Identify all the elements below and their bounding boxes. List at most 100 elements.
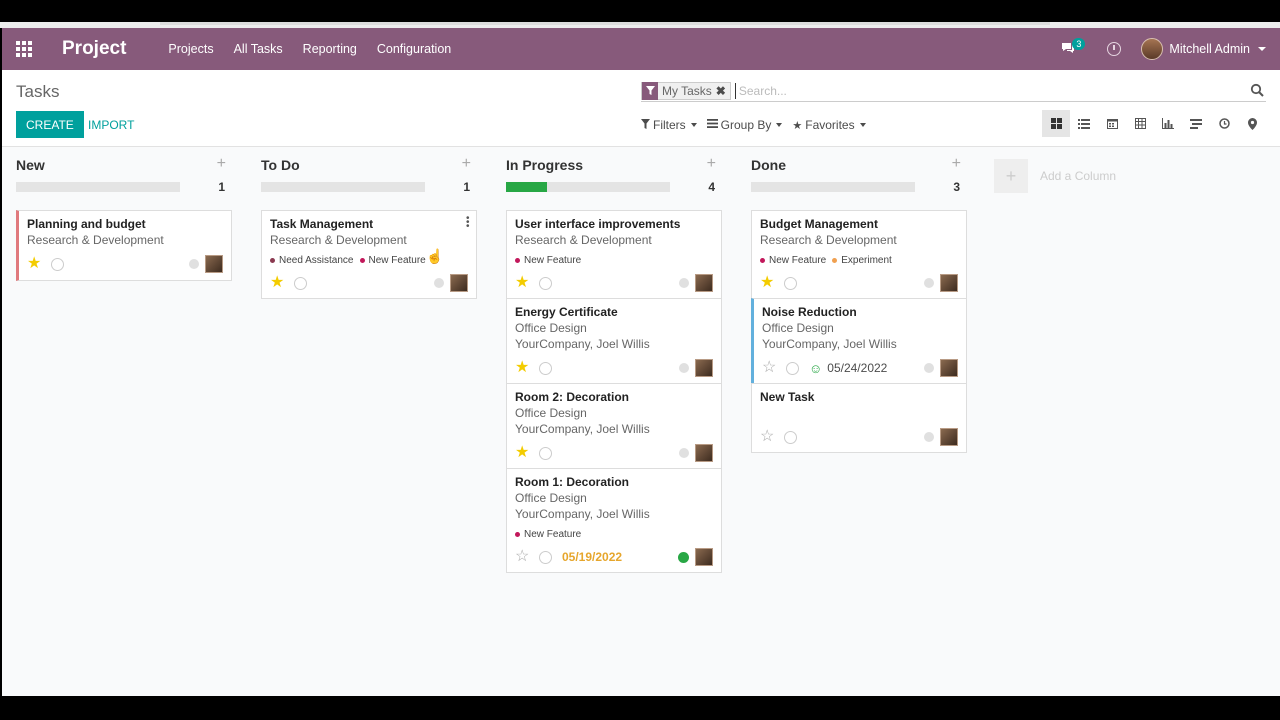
kanban-card[interactable]: Noise Reduction Office Design YourCompan… (751, 298, 967, 383)
odoo-app: Project Projects All Tasks Reporting Con… (2, 28, 1280, 696)
favorites-dropdown[interactable]: ★ Favorites (792, 118, 866, 132)
priority-star-icon[interactable]: ★ (27, 256, 45, 272)
column-progressbar[interactable] (751, 182, 915, 192)
activity-clock-icon[interactable] (1107, 42, 1122, 56)
map-view-icon[interactable] (1238, 110, 1266, 137)
quick-create-icon[interactable]: + (952, 155, 961, 173)
add-column-button[interactable]: + Add a Column (994, 159, 1116, 193)
calendar-view-icon[interactable] (1098, 110, 1126, 137)
kanban-card[interactable]: User interface improvements Research & D… (506, 210, 722, 298)
search-icon[interactable] (1250, 83, 1266, 99)
priority-star-icon[interactable]: ☆ (515, 549, 533, 565)
list-view-icon[interactable] (1070, 110, 1098, 137)
priority-star-icon[interactable]: ★ (515, 445, 533, 461)
column-progressbar[interactable] (506, 182, 670, 192)
kanban-state-icon[interactable] (189, 259, 199, 269)
groupby-dropdown[interactable]: Group By (706, 118, 783, 132)
star-icon: ★ (792, 119, 803, 132)
priority-star-icon[interactable]: ☆ (762, 360, 780, 376)
activity-clock-icon[interactable] (539, 446, 552, 460)
priority-star-icon[interactable]: ★ (270, 275, 288, 291)
kanban-card[interactable]: • • • Task Management Research & Developme… (261, 210, 477, 299)
graph-view-icon[interactable] (1154, 110, 1182, 137)
kanban-card[interactable]: Room 2: Decoration Office Design YourCom… (506, 383, 722, 468)
column-title[interactable]: Done (751, 157, 786, 173)
card-title: Task Management (270, 217, 374, 231)
kanban-state-icon[interactable] (679, 278, 689, 288)
kanban-state-icon[interactable] (434, 278, 444, 288)
user-menu-caret-icon[interactable] (1258, 47, 1266, 51)
kanban-state-icon[interactable] (679, 448, 689, 458)
priority-star-icon[interactable]: ★ (760, 275, 778, 291)
facet-remove-icon[interactable]: ✖ (716, 84, 730, 98)
card-menu-icon[interactable]: • • • (466, 214, 470, 232)
menu-projects[interactable]: Projects (168, 42, 213, 56)
kanban-card[interactable]: Room 1: Decoration Office Design YourCom… (506, 468, 722, 573)
priority-star-icon[interactable]: ★ (515, 360, 533, 376)
user-name[interactable]: Mitchell Admin (1169, 42, 1250, 56)
kanban-state-icon[interactable] (678, 551, 689, 563)
screen-frame: Project Projects All Tasks Reporting Con… (0, 0, 1280, 720)
kanban-card[interactable]: Energy Certificate Office Design YourCom… (506, 298, 722, 383)
menu-all-tasks[interactable]: All Tasks (234, 42, 283, 56)
column-title[interactable]: New (16, 157, 45, 173)
card-title: User interface improvements (515, 217, 681, 231)
activity-clock-icon[interactable] (784, 430, 797, 444)
card-footer: ★ (270, 274, 468, 292)
gantt-view-icon[interactable] (1182, 110, 1210, 137)
kanban-view-icon[interactable] (1042, 110, 1070, 137)
list-icon (706, 119, 718, 131)
priority-star-icon[interactable]: ★ (515, 275, 533, 291)
kanban-state-icon[interactable] (924, 278, 934, 288)
activity-clock-icon[interactable] (539, 361, 552, 375)
filter-icon (641, 118, 650, 132)
tag: New Feature (760, 255, 826, 266)
column-cards: • • • Task Management Research & Developme… (261, 210, 477, 299)
tag: Experiment (832, 255, 892, 266)
assignee-avatar (940, 359, 958, 377)
kanban-state-icon[interactable] (924, 363, 934, 373)
assignee-avatar (695, 274, 713, 292)
column-title[interactable]: To Do (261, 157, 300, 173)
pivot-view-icon[interactable] (1126, 110, 1154, 137)
menu-configuration[interactable]: Configuration (377, 42, 451, 56)
kanban-card[interactable]: New Task ☆ (751, 383, 967, 453)
priority-star-icon[interactable]: ☆ (760, 429, 778, 445)
card-footer: ★ (515, 359, 713, 377)
messages-icon[interactable]: 3 (1061, 38, 1086, 58)
kanban-card[interactable]: Budget Management Research & Development… (751, 210, 967, 298)
plus-icon: + (994, 159, 1028, 193)
quick-create-icon[interactable]: + (462, 155, 471, 173)
search-input[interactable] (734, 82, 1250, 99)
create-button[interactable]: CREATE (16, 111, 84, 138)
column-title[interactable]: In Progress (506, 157, 583, 173)
quick-create-icon[interactable]: + (707, 155, 716, 173)
quick-create-icon[interactable]: + (217, 155, 226, 173)
column-progressbar[interactable] (261, 182, 425, 192)
kanban-state-icon[interactable] (679, 363, 689, 373)
kanban-card[interactable]: Planning and budget Research & Developme… (16, 210, 232, 281)
activity-clock-icon[interactable] (786, 361, 799, 375)
activity-clock-icon[interactable] (784, 276, 797, 290)
filters-dropdown[interactable]: Filters (641, 118, 697, 132)
card-project (760, 406, 958, 420)
app-title[interactable]: Project (62, 38, 126, 60)
messages-badge: 3 (1072, 38, 1086, 50)
import-button[interactable]: IMPORT (88, 111, 134, 138)
activity-clock-icon[interactable] (51, 257, 64, 271)
assignee-avatar (940, 428, 958, 446)
card-title: New Task (760, 390, 815, 404)
breadcrumb: Tasks (16, 82, 60, 101)
card-partner: YourCompany, Joel Willis (762, 337, 897, 351)
activity-clock-icon[interactable] (294, 276, 307, 290)
user-avatar[interactable] (1141, 38, 1164, 60)
kanban-state-icon[interactable] (924, 432, 934, 442)
activity-view-icon[interactable] (1210, 110, 1238, 137)
apps-menu-icon[interactable] (16, 41, 32, 57)
assignee-avatar (450, 274, 468, 292)
tag: New Feature (515, 255, 581, 266)
activity-clock-icon[interactable] (539, 276, 552, 290)
activity-clock-icon[interactable] (539, 550, 552, 564)
menu-reporting[interactable]: Reporting (303, 42, 357, 56)
column-progressbar[interactable] (16, 182, 180, 192)
